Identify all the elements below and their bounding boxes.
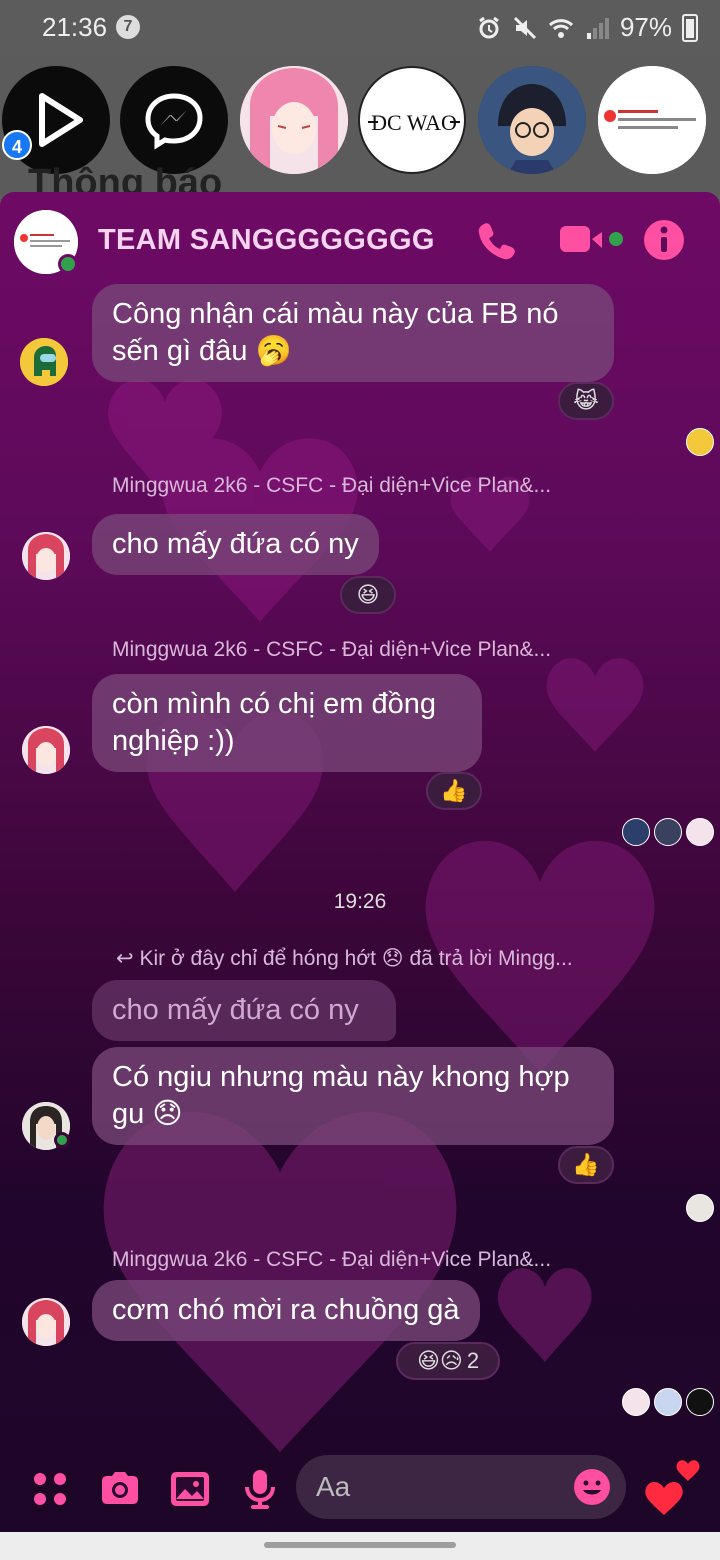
message-bubble[interactable]: cho mấy đứa có ny [92, 514, 379, 575]
seen-avatar [686, 1388, 714, 1416]
dc-wao-logo: DC WAO [368, 110, 460, 135]
message-bubble[interactable]: còn mình có chị em đồng nghiệp :)) [92, 674, 482, 772]
minggwua-avatar [22, 532, 70, 580]
message-bubble[interactable]: Có ngiu nhưng màu này khong hợp gu 😞 [92, 1047, 614, 1145]
minggwua-avatar [22, 1298, 70, 1346]
reaction-emoji: 😆😥 [416, 1348, 463, 1373]
reply-note-text: Kir ở đây chỉ để hóng hớt 😞 đã trả lời M… [139, 947, 573, 970]
chat-head-anime-girl[interactable] [240, 66, 348, 174]
status-icons: 97% [476, 12, 698, 43]
reply-note: ↩ Kir ở đây chỉ để hóng hớt 😞 đã trả lời… [116, 946, 573, 971]
sender-avatar-minggwua[interactable] [22, 532, 70, 580]
dc-wao-logo-text: DC WAO [371, 110, 457, 135]
sender-avatar-minggwua[interactable] [22, 1298, 70, 1346]
reaction-emoji: 👍 [440, 778, 468, 803]
home-indicator-bar [0, 1532, 720, 1560]
home-indicator[interactable] [264, 1542, 456, 1548]
reaction-count: 2 [466, 1348, 480, 1373]
chat-head-messenger[interactable] [120, 66, 228, 174]
info-icon[interactable] [642, 218, 686, 262]
message-input-placeholder: Aa [316, 1471, 351, 1502]
camera-icon[interactable] [98, 1467, 142, 1511]
message-bubble[interactable]: cơm chó mời ra chuồng gà [92, 1280, 480, 1341]
chat-panel: TEAM SANGGGGGGGG Công nhận cái màu này c… [0, 192, 720, 1532]
chat-head-badge: 4 [2, 130, 32, 160]
message-list[interactable]: Công nhận cái màu này của FB nó sến gì đ… [0, 284, 720, 1447]
send-hearts-icon[interactable] [640, 1455, 706, 1521]
message-text-line: còn mình có chị em đồng [112, 688, 437, 720]
message-text: cơm chó mời ra chuồng gà [112, 1294, 460, 1326]
reply-arrow-icon: ↩ [116, 947, 140, 970]
messenger-icon [145, 93, 203, 150]
sender-avatar-among-us[interactable] [20, 338, 68, 386]
notification-count-badge: 7 [116, 15, 140, 39]
chat-header: TEAM SANGGGGGGGG [0, 192, 720, 292]
signal-icon [586, 17, 609, 39]
sender-avatar-minggwua[interactable] [22, 726, 70, 774]
message-reaction[interactable]: 👍 [426, 772, 482, 810]
chat-head-group[interactable] [598, 66, 706, 174]
seen-avatar [686, 818, 714, 846]
message-reaction[interactable]: 😆 [340, 576, 396, 614]
group-thumbnail [598, 66, 706, 174]
message-reaction[interactable]: 👍 [558, 1146, 614, 1184]
status-time: 21:36 [42, 12, 108, 42]
message-text-line: sến gì đâu 🥱 [112, 335, 292, 367]
anime-girl-avatar [240, 66, 348, 174]
phone-call-icon[interactable] [474, 218, 518, 262]
message-text: cho mấy đứa có ny [112, 528, 359, 560]
mute-icon [513, 16, 537, 39]
quoted-text: cho mấy đứa có ny [112, 994, 359, 1026]
seen-avatar [654, 818, 682, 846]
quoted-message[interactable]: cho mấy đứa có ny [92, 980, 396, 1041]
message-timestamp: 19:26 [333, 890, 387, 913]
among-us-avatar [20, 338, 68, 386]
message-reaction[interactable]: 😆😥 2 [396, 1342, 500, 1380]
sender-name: Minggwua 2k6 - CSFC - Đại diện+Vice Plan… [112, 638, 552, 661]
seen-avatar [686, 1194, 714, 1222]
sender-name: Minggwua 2k6 - CSFC - Đại diện+Vice Plan… [112, 1248, 552, 1271]
sender-name: Minggwua 2k6 - CSFC - Đại diện+Vice Plan… [112, 474, 552, 497]
alarm-icon [479, 16, 499, 38]
status-bar: 21:36 7 97% [0, 0, 720, 56]
message-text-line: Công nhận cái màu này của FB nó [112, 298, 559, 330]
more-actions-icon[interactable] [28, 1467, 72, 1511]
reaction-emoji: 😆 [356, 582, 380, 607]
gallery-icon[interactable] [168, 1467, 212, 1511]
seen-avatar [686, 428, 714, 456]
microphone-icon[interactable] [238, 1467, 282, 1511]
reaction-emoji: 😹 [573, 388, 599, 413]
chat-head-dc-wao[interactable]: DC WAO [358, 66, 466, 174]
seen-avatar [622, 1388, 650, 1416]
wifi-icon [548, 18, 573, 38]
message-text-line: gu 😞 [112, 1098, 183, 1130]
message-bubble[interactable]: Công nhận cái màu này của FB nó sến gì đ… [92, 284, 614, 382]
chat-heads-row: 4 DC WAO [0, 66, 720, 176]
battery-icon [682, 13, 698, 42]
conan-avatar [478, 66, 586, 174]
seen-avatar [622, 818, 650, 846]
message-reaction[interactable]: 😹 [558, 382, 614, 420]
online-indicator [58, 254, 78, 274]
message-text-line: Có ngiu nhưng màu này khong hợp [112, 1061, 570, 1093]
message-composer: Aa [0, 1447, 720, 1532]
message-text-line: nghiệp :)) [112, 725, 235, 757]
chat-title[interactable]: TEAM SANGGGGGGGG [98, 224, 435, 257]
chat-head-conan[interactable] [478, 66, 586, 174]
video-call-icon[interactable] [560, 218, 624, 262]
online-indicator [54, 1132, 70, 1148]
battery-percent: 97% [619, 12, 672, 42]
reaction-emoji: 👍 [572, 1152, 600, 1177]
emoji-icon[interactable] [572, 1467, 612, 1507]
minggwua-avatar [22, 726, 70, 774]
seen-avatar [654, 1388, 682, 1416]
message-input[interactable]: Aa [296, 1455, 626, 1519]
